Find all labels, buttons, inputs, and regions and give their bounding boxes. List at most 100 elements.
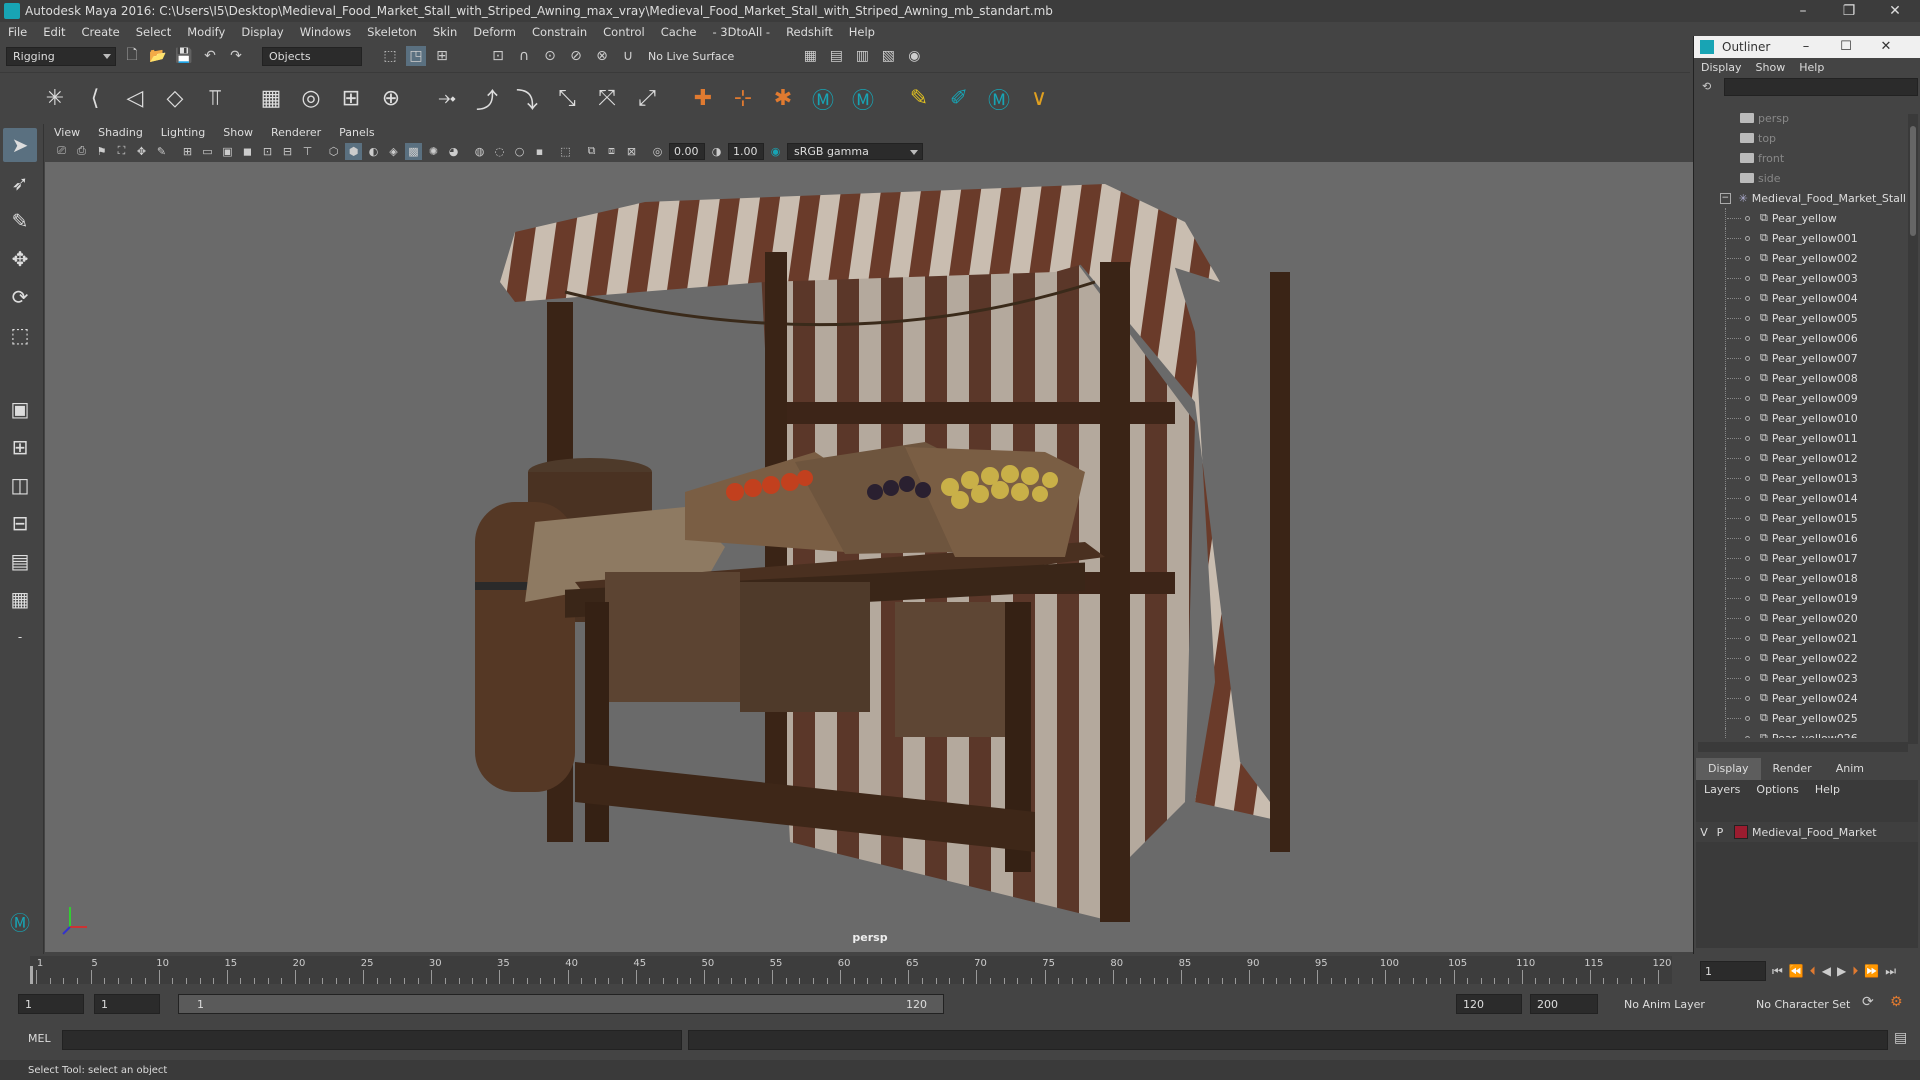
side-by-side-icon[interactable]: ◫ xyxy=(3,468,37,502)
menu-windows[interactable]: Windows xyxy=(292,25,359,39)
menu-control[interactable]: Control xyxy=(595,25,653,39)
persp-outliner-icon[interactable]: ⊟ xyxy=(3,506,37,540)
maya-tool-icon[interactable]: Ⓜ xyxy=(808,84,838,114)
gamma-field[interactable]: 1.00 xyxy=(728,142,764,160)
lights-icon[interactable]: ✺ xyxy=(425,143,442,160)
render-frame-icon[interactable]: ▤ xyxy=(826,46,846,66)
brush-icon[interactable]: ✐ xyxy=(944,84,974,114)
script-editor-icon[interactable]: ▤ xyxy=(1894,1030,1907,1046)
lattice-icon[interactable]: ⊞ xyxy=(336,84,366,114)
outliner-item[interactable]: ⧉ Pear_yellow016 xyxy=(1694,528,1906,548)
camera-select-icon[interactable]: ⎚ xyxy=(53,143,70,160)
command-input[interactable] xyxy=(62,1030,682,1050)
outliner-item[interactable]: ⧉ Pear_yellow020 xyxy=(1694,608,1906,628)
ik-handle-icon[interactable]: ⟨ xyxy=(80,84,110,114)
current-frame-field[interactable]: 1 xyxy=(1700,961,1766,981)
character-set-dropdown[interactable]: No Character Set xyxy=(1750,994,1870,1014)
play-backward-icon[interactable]: ◀ xyxy=(1822,964,1831,978)
snap-grid-icon[interactable]: ⊡ xyxy=(488,46,508,66)
constraint-aim-icon[interactable]: ⤴ xyxy=(472,84,502,114)
menu-redshift[interactable]: Redshift xyxy=(778,25,841,39)
menu-modify[interactable]: Modify xyxy=(179,25,233,39)
layer-menu-layers[interactable]: Layers xyxy=(1696,783,1748,796)
current-time-indicator[interactable] xyxy=(30,966,33,984)
field-chart-icon[interactable]: ⊡ xyxy=(259,143,276,160)
snap-point-icon[interactable]: ⊙ xyxy=(540,46,560,66)
outliner-item[interactable]: ⧉ Pear_yellow011 xyxy=(1694,428,1906,448)
four-view-icon[interactable]: ⊞ xyxy=(3,430,37,464)
joint-tool-icon[interactable]: ✳ xyxy=(40,84,70,114)
menu-constrain[interactable]: Constrain xyxy=(524,25,595,39)
bind-skin-icon[interactable]: ▦ xyxy=(256,84,286,114)
xray-joints-icon[interactable]: ⧈ xyxy=(603,143,620,160)
layer-tab-display[interactable]: Display xyxy=(1696,758,1761,780)
menu-skeleton[interactable]: Skeleton xyxy=(359,25,425,39)
outliner-item[interactable]: ⧉ Pear_yellow008 xyxy=(1694,368,1906,388)
close-icon[interactable]: ✕ xyxy=(1872,0,1918,22)
screen-space-ao-icon[interactable]: ◍ xyxy=(471,143,488,160)
new-scene-icon[interactable]: 🗋 xyxy=(122,46,142,66)
layout-more-icon[interactable]: - xyxy=(3,620,37,654)
outliner-item[interactable]: ⧉ Pear_yellow023 xyxy=(1694,668,1906,688)
menu-set-dropdown[interactable]: Rigging xyxy=(6,46,116,66)
hik-icon[interactable]: ✱ xyxy=(768,84,798,114)
outliner-item[interactable]: ⧉ Pear_yellow024 xyxy=(1694,688,1906,708)
film-gate-icon[interactable]: ▭ xyxy=(199,143,216,160)
outliner-item[interactable]: ⧉ Pear_yellow021 xyxy=(1694,628,1906,648)
viewport-menu-renderer[interactable]: Renderer xyxy=(262,126,330,139)
outliner-item[interactable]: ⧉ Pear_yellow017 xyxy=(1694,548,1906,568)
outliner-horizontal-scrollbar[interactable] xyxy=(1698,742,1908,752)
outliner-item[interactable]: ⧉ Pear_yellow019 xyxy=(1694,588,1906,608)
outliner-maximize-icon[interactable]: ☐ xyxy=(1826,36,1866,58)
magnet-icon[interactable]: ∪ xyxy=(618,46,638,66)
camera-attr-icon[interactable]: ⎙ xyxy=(73,143,90,160)
collapse-icon[interactable]: − xyxy=(1720,192,1731,204)
outliner-filter-icon[interactable]: ⟲ xyxy=(1702,80,1711,93)
ipr-render-icon[interactable]: ▥ xyxy=(852,46,872,66)
view-transform-dropdown[interactable]: sRGB gamma xyxy=(787,142,923,160)
viewport-menu-show[interactable]: Show xyxy=(214,126,262,139)
wireframe-icon[interactable]: ⬡ xyxy=(325,143,342,160)
menu-3dtoall[interactable]: - 3DtoAll - xyxy=(704,25,778,39)
scale-tool-icon[interactable]: ⬚ xyxy=(3,318,37,352)
outliner-search-input[interactable] xyxy=(1724,78,1918,96)
maya-tool-3-icon[interactable]: Ⓜ xyxy=(984,84,1014,114)
undo-icon[interactable]: ↶ xyxy=(200,46,220,66)
time-slider[interactable]: 1 5 10 15 20 25 30 35 40 45 50 55 60 65 70 75 80 85 90 95 10… xyxy=(0,954,1692,988)
script-language-label[interactable]: MEL xyxy=(28,1032,51,1045)
menu-create[interactable]: Create xyxy=(74,25,128,39)
constraint-parent-icon[interactable]: ⤧ xyxy=(592,84,622,114)
hypershade-persp-icon[interactable]: ▦ xyxy=(3,582,37,616)
layer-menu-help[interactable]: Help xyxy=(1807,783,1848,796)
isolate-select-icon[interactable]: ⬚ xyxy=(557,143,574,160)
outliner-item[interactable]: ⧉ Pear_yellow003 xyxy=(1694,268,1906,288)
select-tool-icon[interactable]: ➤ xyxy=(3,128,37,162)
outliner-item[interactable]: ⧉ Pear_yellow025 xyxy=(1694,708,1906,728)
viewport-persp[interactable]: persp xyxy=(45,162,1695,952)
outliner-item[interactable]: ⧉ Pear_yellow018 xyxy=(1694,568,1906,588)
outliner-item[interactable]: ⧉ Pear_yellow007 xyxy=(1694,348,1906,368)
menu-file[interactable]: File xyxy=(0,25,35,39)
constraint-point-icon[interactable]: ⤞ xyxy=(432,84,462,114)
grease-pencil-icon[interactable]: ✎ xyxy=(153,143,170,160)
outliner-item[interactable]: ⧉ Pear_yellow006 xyxy=(1694,328,1906,348)
layer-playback-toggle[interactable]: P xyxy=(1712,826,1728,839)
outliner-item[interactable]: ⧉ Pear_yellow005 xyxy=(1694,308,1906,328)
lasso-tool-icon[interactable]: ➶ xyxy=(3,166,37,200)
resolution-gate-icon[interactable]: ▣ xyxy=(219,143,236,160)
outliner-vertical-scrollbar[interactable] xyxy=(1908,114,1918,744)
menu-skin[interactable]: Skin xyxy=(425,25,465,39)
redo-icon[interactable]: ↷ xyxy=(226,46,246,66)
layer-menu-options[interactable]: Options xyxy=(1748,783,1806,796)
grid-icon[interactable]: ⊞ xyxy=(179,143,196,160)
menu-display[interactable]: Display xyxy=(233,25,291,39)
outliner-group[interactable]: − ✳ Medieval_Food_Market_Stall xyxy=(1694,188,1906,208)
layer-name[interactable]: Medieval_Food_Market xyxy=(1752,826,1877,839)
safe-title-icon[interactable]: ⊤ xyxy=(299,143,316,160)
outliner-item[interactable]: ⧉ Pear_yellow026 xyxy=(1694,728,1906,738)
wireframe-on-shaded-icon[interactable]: ◈ xyxy=(385,143,402,160)
move-tool-icon[interactable]: ✥ xyxy=(3,242,37,276)
animation-prefs-icon[interactable]: ⚙ xyxy=(1890,994,1903,1010)
go-to-end-icon[interactable]: ⏭ xyxy=(1885,964,1896,979)
single-view-icon[interactable]: ▣ xyxy=(3,392,37,426)
